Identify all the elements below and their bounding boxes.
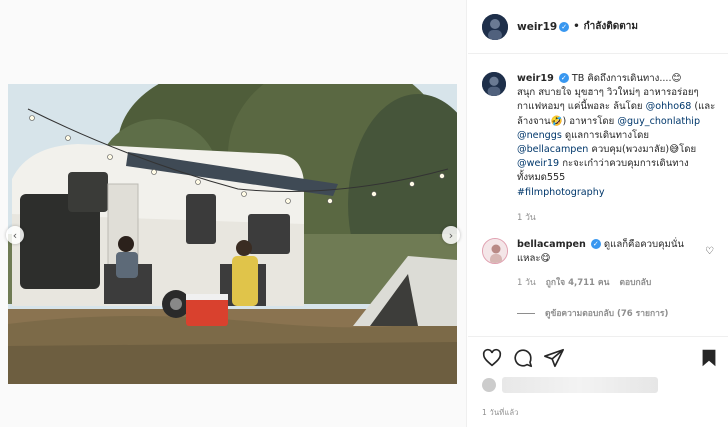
caption-line-1: TB คิดถึงการเดินทาง....😊 — [571, 73, 682, 84]
post-photo[interactable] — [8, 84, 457, 384]
next-photo-button[interactable]: › — [442, 226, 460, 244]
caption-text: weir19 ✓ TB คิดถึงการเดินทาง....😊 สนุก ส… — [517, 72, 717, 225]
replies-divider — [517, 312, 535, 314]
media-panel: ‹ › — [0, 0, 467, 427]
comment-item: bellacampen ✓ ดูแลก็คือควบคุมนั่นแหละ😋 1… — [482, 238, 720, 291]
save-bookmark-icon[interactable] — [698, 347, 720, 369]
share-paper-plane-icon[interactable] — [543, 347, 565, 369]
view-replies-label: ดูข้อความตอบกลับ (76 รายการ) — [545, 309, 669, 319]
mention-link[interactable]: @weir19 — [517, 158, 559, 169]
posted-time[interactable]: 1 วันที่แล้ว — [482, 407, 519, 419]
author-avatar-image — [482, 13, 508, 40]
chevron-right-icon: › — [448, 228, 454, 242]
mention-link[interactable]: @bellacampen — [517, 144, 588, 155]
post-caption: weir19 ✓ TB คิดถึงการเดินทาง....😊 สนุก ส… — [482, 72, 720, 225]
following-button[interactable]: กำลังติดตาม — [584, 19, 638, 34]
liker-avatar — [482, 378, 496, 392]
caption-time[interactable]: 1 วัน — [517, 211, 717, 225]
mention-link[interactable]: @ohho68 — [646, 101, 692, 112]
caption-avatar-image — [482, 72, 506, 96]
caption-line-5: ควบคุม(พวงมาลัย)😅โดย — [588, 144, 697, 156]
post-header: weir19 ✓ • กำลังติดตาม — [468, 0, 728, 54]
reply-button[interactable]: ตอบกลับ — [619, 276, 651, 290]
commenter-username[interactable]: bellacampen — [517, 239, 586, 250]
instagram-post: ‹ › weir19 ✓ • กำลังติดตาม weir19 ✓ TB ค… — [0, 0, 728, 427]
caption-username[interactable]: weir19 — [517, 73, 554, 84]
comment-bubble-icon[interactable] — [512, 347, 534, 369]
hashtag-link[interactable]: #filmphotography — [517, 187, 605, 198]
post-sidebar: weir19 ✓ • กำลังติดตาม weir19 ✓ TB คิดถึ… — [468, 0, 728, 427]
caption-verified-icon: ✓ — [558, 73, 569, 83]
camping-caravan-photo — [8, 84, 457, 384]
action-bar — [468, 336, 728, 376]
comment-meta: 1 วัน ถูกใจ 4,711 คน ตอบกลับ — [517, 276, 697, 290]
chevron-left-icon: ‹ — [12, 228, 18, 242]
verified-badge-icon: ✓ — [559, 21, 570, 32]
comments-section: weir19 ✓ TB คิดถึงการเดินทาง....😊 สนุก ส… — [468, 55, 728, 335]
view-replies-button[interactable]: ดูข้อความตอบกลับ (76 รายการ) — [517, 306, 668, 320]
comment-like-heart-icon[interactable]: ♡ — [705, 246, 714, 257]
header-separator: • — [573, 21, 580, 32]
commenter-avatar[interactable] — [482, 238, 508, 264]
mention-link[interactable]: @guy_chonlathip — [617, 116, 700, 127]
author-username[interactable]: weir19 — [517, 21, 557, 33]
previous-photo-button[interactable]: ‹ — [6, 226, 24, 244]
caption-avatar[interactable] — [482, 72, 506, 96]
commenter-avatar-image — [483, 239, 507, 263]
comment-body: bellacampen ✓ ดูแลก็คือควบคุมนั่นแหละ😋 1… — [517, 238, 697, 291]
like-heart-icon[interactable] — [481, 347, 503, 369]
author-avatar[interactable] — [482, 13, 508, 40]
comment-time[interactable]: 1 วัน — [517, 276, 536, 290]
likes-summary[interactable] — [482, 377, 658, 393]
blurred-likes-text — [502, 377, 658, 393]
comment-likes[interactable]: ถูกใจ 4,711 คน — [546, 276, 610, 290]
caption-line-4: ดูแลการเดินทางโดย — [561, 129, 650, 141]
commenter-verified-icon: ✓ — [590, 239, 601, 249]
mention-link[interactable]: @nenggs — [517, 130, 562, 141]
